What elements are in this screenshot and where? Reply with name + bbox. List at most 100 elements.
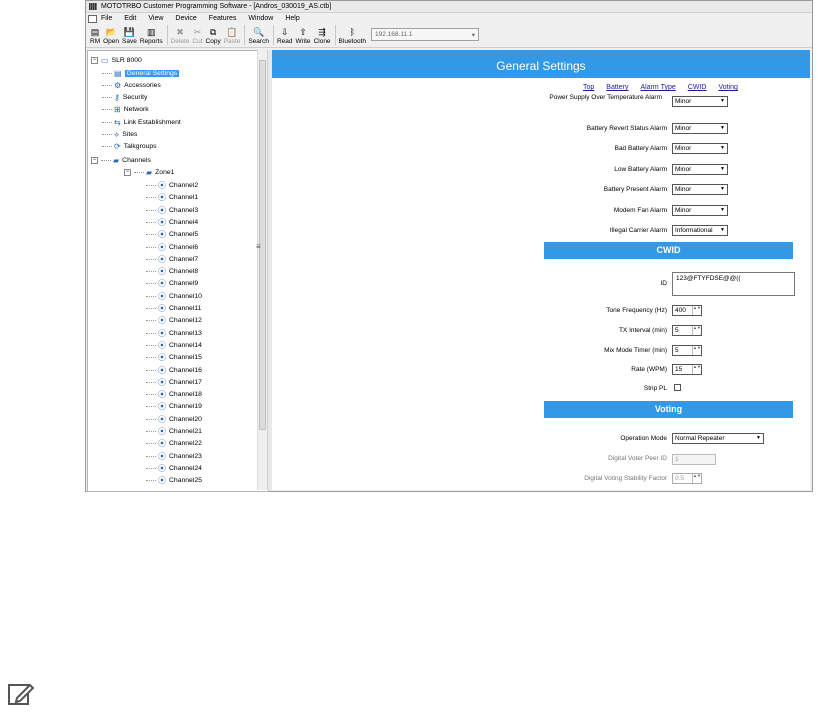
tone-frequency-stepper[interactable]: 400 ▲▼ — [672, 305, 702, 316]
tree-item-sites[interactable]: ⟡ Sites — [102, 129, 137, 141]
menu-view[interactable]: View — [142, 15, 169, 22]
toolbar-separator — [272, 25, 274, 45]
tree-item-channel[interactable]: ⦿ Channel17 — [146, 376, 202, 388]
tree-connector — [146, 283, 156, 285]
nav-link-top[interactable]: Top — [583, 84, 594, 91]
cut-button[interactable]: ✂ Cut — [192, 27, 202, 45]
tree-item-link-establishment[interactable]: ⇆ Link Establishment — [102, 116, 181, 128]
input-value: 15 — [675, 366, 683, 373]
tree-item-zone1[interactable]: − ▰ Zone1 — [124, 166, 174, 178]
alarm-select[interactable]: Minor ▼ — [672, 184, 728, 195]
tree-item-channel[interactable]: ⦿ Channel3 — [146, 204, 198, 216]
menu-edit[interactable]: Edit — [118, 15, 142, 22]
menu-device[interactable]: Device — [169, 15, 202, 22]
tree-item-channel[interactable]: ⦿ Channel8 — [146, 266, 198, 278]
select-value: Minor — [675, 125, 692, 132]
alarm-select[interactable]: Minor ▼ — [672, 143, 728, 154]
tree-connector — [146, 246, 156, 248]
tree-item-network[interactable]: ⊞ Network — [102, 104, 149, 116]
tree-item-channel[interactable]: ⦿ Channel14 — [146, 339, 202, 351]
menu-features[interactable]: Features — [203, 15, 243, 22]
tree-item-channel[interactable]: ⦿ Channel6 — [146, 241, 198, 253]
alarm-select[interactable]: Informational ▼ — [672, 225, 728, 236]
ip-address-select[interactable]: 192.168.11.1 ▾ — [371, 28, 480, 41]
alarm-select[interactable]: Minor ▼ — [672, 205, 728, 216]
tree-item-channel[interactable]: ⦿ Channel5 — [146, 229, 198, 241]
tx-interval-stepper[interactable]: 5 ▲▼ — [672, 325, 702, 336]
sites-icon: ⟡ — [114, 129, 120, 139]
copy-button[interactable]: ⧉ Copy — [206, 27, 221, 45]
nav-link-cwid[interactable]: CWID — [688, 84, 707, 91]
toolbar-label: Delete — [170, 38, 190, 45]
channel-icon: ⦿ — [158, 365, 166, 375]
tree-item-channel[interactable]: ⦿ Channel23 — [146, 450, 202, 462]
read-button[interactable]: ⇩ Read — [277, 27, 293, 45]
nav-link-battery[interactable]: Battery — [606, 84, 628, 91]
read-icon: ⇩ — [280, 27, 289, 37]
tree-item-channels[interactable]: − ▰ Channels — [91, 154, 151, 166]
alarm-select[interactable]: Minor ▼ — [672, 96, 728, 107]
tree-label: Accessories — [124, 81, 161, 89]
input-value: 0.5 — [675, 475, 685, 482]
tree-item-channel[interactable]: ⦿ Channel16 — [146, 364, 202, 376]
tree-label: Channel22 — [169, 440, 202, 448]
tree-label: Channel21 — [169, 428, 202, 435]
rate-stepper[interactable]: 15 ▲▼ — [672, 364, 702, 375]
tree-scrollbar[interactable] — [257, 50, 267, 490]
tree-item-channel[interactable]: ⦿ Channel12 — [146, 315, 202, 327]
tree-item-channel[interactable]: ⦿ Channel15 — [146, 352, 202, 364]
search-button[interactable]: 🔍 Search — [248, 27, 269, 45]
document-icon[interactable] — [88, 14, 97, 23]
save-icon: 💾 — [123, 27, 136, 37]
tree-item-general-settings[interactable]: ▤ General Settings — [102, 67, 180, 79]
reports-button[interactable]: ▥ Reports — [140, 27, 163, 45]
menu-help[interactable]: Help — [279, 15, 305, 22]
tree-item-channel[interactable]: ⦿ Channel2 — [146, 180, 198, 192]
collapse-icon[interactable]: − — [91, 56, 98, 64]
tree-item-channel[interactable]: ⦿ Channel9 — [146, 278, 198, 290]
mix-mode-timer-stepper[interactable]: 5 ▲▼ — [672, 345, 702, 356]
menu-window[interactable]: Window — [242, 15, 279, 22]
menu-file[interactable]: File — [101, 15, 118, 22]
tree-item-root[interactable]: − ▭ SLR 8000 — [91, 54, 142, 66]
tree-item-channel[interactable]: ⦿ Channel21 — [146, 426, 202, 438]
rm-icon: ▤ — [90, 27, 100, 37]
tree-item-channel[interactable]: ⦿ Channel24 — [146, 462, 202, 474]
nav-link-alarm-type[interactable]: Alarm Type — [640, 84, 675, 91]
tree-item-channel[interactable]: ⦿ Channel7 — [146, 253, 198, 265]
tree-item-security[interactable]: ⚷ Security — [102, 92, 147, 104]
tree-item-channel[interactable]: ⦿ Channel20 — [146, 413, 202, 425]
tree-item-channel[interactable]: ⦿ Channel18 — [146, 389, 202, 401]
tree-item-channel[interactable]: ⦿ Channel22 — [146, 438, 202, 450]
rm-button[interactable]: ▤ RM — [90, 27, 100, 45]
alarm-select[interactable]: Normal Repeater ▼ — [672, 433, 764, 444]
tree-item-channel[interactable]: ⦿ Channel1 — [146, 192, 198, 204]
bluetooth-button[interactable]: ᛒ Bluetooth — [339, 27, 366, 45]
tree-item-channel[interactable]: ⦿ Channel25 — [146, 475, 202, 487]
alarm-select[interactable]: Minor ▼ — [672, 164, 728, 175]
collapse-icon[interactable]: − — [91, 156, 98, 164]
tree-item-channel[interactable]: ⦿ Channel4 — [146, 216, 198, 228]
channel-icon: ⦿ — [158, 254, 166, 264]
write-button[interactable]: ⇧ Write — [296, 27, 311, 45]
tree-item-channel[interactable]: ⦿ Channel19 — [146, 401, 202, 413]
tree-item-talkgroups[interactable]: ⟳ Talkgroups — [102, 141, 157, 153]
delete-button[interactable]: ✖ Delete — [171, 27, 190, 45]
field-label: Digital Voting Stability Factor — [584, 475, 667, 482]
save-button[interactable]: 💾 Save — [122, 27, 137, 45]
cwid-id-field[interactable]: 123@FTYFDSE@@(( — [672, 272, 795, 296]
tree-item-channel[interactable]: ⦿ Channel10 — [146, 290, 202, 302]
collapse-icon[interactable]: − — [124, 168, 131, 176]
copy-icon: ⧉ — [209, 27, 217, 37]
input-value: 5 — [675, 327, 679, 334]
tree-item-channel[interactable]: ⦿ Channel11 — [146, 303, 201, 315]
tree-connector — [146, 197, 156, 199]
paste-button[interactable]: 📋 Paste — [224, 27, 241, 45]
tree-item-channel[interactable]: ⦿ Channel13 — [146, 327, 202, 339]
tree-item-accessories[interactable]: ⚙ Accessories — [102, 79, 161, 91]
strip-pl-checkbox[interactable] — [674, 384, 681, 391]
nav-link-voting[interactable]: Voting — [718, 84, 737, 91]
open-button[interactable]: 📂 Open — [103, 27, 119, 45]
clone-button[interactable]: ⇶ Clone — [314, 27, 331, 45]
alarm-select[interactable]: Minor ▼ — [672, 123, 728, 134]
